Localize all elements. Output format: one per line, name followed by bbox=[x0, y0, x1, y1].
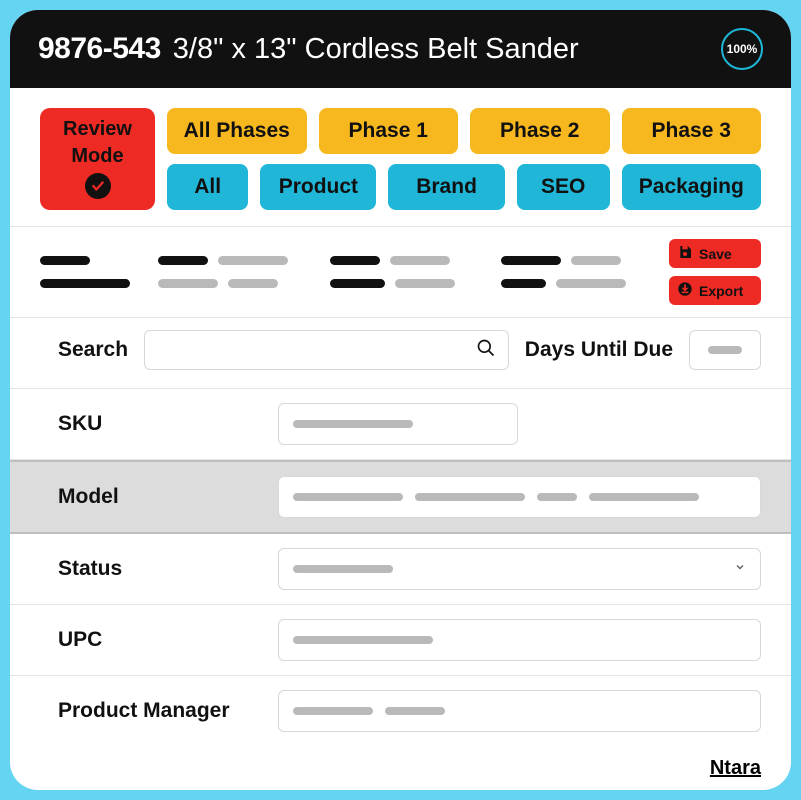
tab-phase-1[interactable]: Phase 1 bbox=[319, 108, 459, 154]
upc-input[interactable] bbox=[278, 619, 761, 661]
category-tabs: All Product Brand SEO Packaging bbox=[167, 164, 761, 210]
field-row-product-manager: Product Manager bbox=[10, 676, 791, 746]
field-label: Status bbox=[58, 557, 258, 581]
header-bar: 9876-543 3/8" x 13" Cordless Belt Sander… bbox=[10, 10, 791, 88]
search-bar: Search Days Until Due bbox=[10, 318, 791, 389]
footer-brand: Ntara bbox=[710, 757, 761, 780]
field-row-status: Status bbox=[10, 534, 791, 605]
completion-badge: 100% bbox=[721, 28, 763, 70]
field-label: UPC bbox=[58, 628, 258, 652]
field-row-upc: UPC bbox=[10, 605, 791, 676]
review-mode-button[interactable]: Review Mode bbox=[40, 108, 155, 210]
sku-input[interactable] bbox=[278, 403, 518, 445]
header-description: 3/8" x 13" Cordless Belt Sander bbox=[173, 33, 579, 66]
field-row-model: Model bbox=[10, 460, 791, 534]
field-row-sku: SKU bbox=[10, 389, 791, 460]
tab-brand[interactable]: Brand bbox=[388, 164, 504, 210]
field-label: Model bbox=[58, 485, 258, 509]
tab-packaging[interactable]: Packaging bbox=[622, 164, 761, 210]
check-icon bbox=[85, 173, 111, 199]
header-sku: 9876-543 bbox=[38, 32, 161, 66]
save-icon bbox=[677, 244, 693, 263]
tab-groups: All Phases Phase 1 Phase 2 Phase 3 All P… bbox=[167, 108, 761, 210]
download-icon bbox=[677, 281, 693, 300]
tab-phase-2[interactable]: Phase 2 bbox=[470, 108, 610, 154]
app-card: 9876-543 3/8" x 13" Cordless Belt Sander… bbox=[10, 10, 791, 790]
model-input[interactable] bbox=[278, 476, 761, 518]
tab-phase-3[interactable]: Phase 3 bbox=[622, 108, 762, 154]
chevron-down-icon bbox=[734, 560, 746, 578]
days-until-due-label: Days Until Due bbox=[525, 338, 673, 362]
export-button[interactable]: Export bbox=[669, 276, 761, 305]
field-label: SKU bbox=[58, 412, 258, 436]
days-until-due-input[interactable] bbox=[689, 330, 761, 370]
status-select[interactable] bbox=[278, 548, 761, 590]
save-button[interactable]: Save bbox=[669, 239, 761, 268]
product-manager-input[interactable] bbox=[278, 690, 761, 732]
tab-seo[interactable]: SEO bbox=[517, 164, 610, 210]
skeleton-summary bbox=[40, 256, 645, 288]
phase-tabs: All Phases Phase 1 Phase 2 Phase 3 bbox=[167, 108, 761, 154]
search-label: Search bbox=[58, 338, 128, 362]
tab-all[interactable]: All bbox=[167, 164, 248, 210]
actions-bar: Save Export bbox=[10, 227, 791, 317]
field-label: Product Manager bbox=[58, 699, 258, 723]
tab-all-phases[interactable]: All Phases bbox=[167, 108, 307, 154]
search-icon bbox=[476, 338, 496, 363]
completion-text: 100% bbox=[727, 42, 758, 56]
search-input[interactable] bbox=[144, 330, 509, 370]
toolbar: Review Mode All Phases Phase 1 Phase 2 P… bbox=[10, 88, 791, 226]
tab-product[interactable]: Product bbox=[260, 164, 376, 210]
action-buttons: Save Export bbox=[669, 239, 761, 305]
